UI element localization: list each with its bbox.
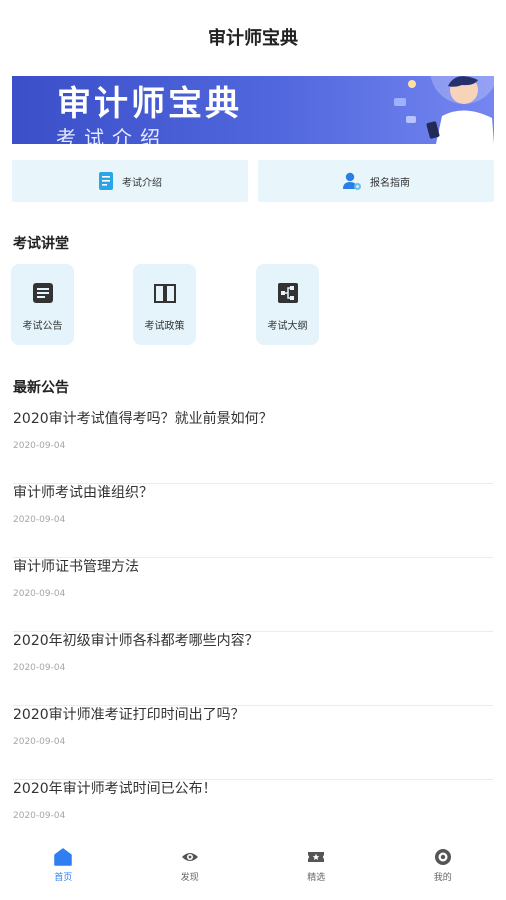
outline-icon — [277, 283, 298, 303]
exam-policy-tile[interactable]: 考试政策 — [133, 264, 196, 345]
tab-home-label: 首页 — [54, 873, 73, 883]
book-icon — [153, 284, 176, 303]
top-bar: 审计师宝典 — [0, 0, 506, 76]
news-item[interactable]: 审计师证书管理方法 2020-09-04 — [13, 558, 493, 632]
home-icon — [54, 848, 72, 866]
ticket-star-icon — [308, 852, 325, 862]
news-date: 2020-09-04 — [13, 515, 66, 525]
tab-mine-label: 我的 — [433, 873, 452, 883]
news-date: 2020-09-04 — [13, 737, 66, 747]
news-item[interactable]: 2020审计考试值得考吗？就业前景如何？ 2020-09-04 — [13, 410, 493, 484]
registration-guide-button[interactable]: 报名指南 — [258, 160, 494, 202]
page-title: 审计师宝典 — [208, 28, 298, 49]
lecture-section-title: 考试讲堂 — [13, 236, 69, 252]
news-title: 2020年审计师考试时间已公布！ — [13, 781, 217, 797]
tab-discover[interactable]: 发现 — [127, 844, 254, 900]
tab-featured-label: 精选 — [307, 873, 326, 883]
tab-discover-label: 发现 — [180, 873, 199, 883]
news-item[interactable]: 2020审计师准考证打印时间出了吗？ 2020-09-04 — [13, 706, 493, 780]
news-title: 审计师考试由谁组织？ — [13, 485, 153, 501]
profile-icon — [434, 849, 451, 865]
news-date: 2020-09-04 — [13, 589, 66, 599]
banner-illustration — [394, 76, 494, 144]
exam-policy-label: 考试政策 — [144, 321, 185, 332]
news-list: 2020审计考试值得考吗？就业前景如何？ 2020-09-04 审计师考试由谁组… — [13, 410, 493, 854]
tab-mine[interactable]: 我的 — [380, 844, 506, 900]
exam-announcement-label: 考试公告 — [22, 321, 63, 332]
user-settings-icon — [343, 172, 361, 190]
list-icon — [32, 283, 53, 303]
tab-featured[interactable]: 精选 — [253, 844, 380, 900]
news-item[interactable]: 2020年初级审计师各科都考哪些内容？ 2020-09-04 — [13, 632, 493, 706]
banner-title: 审计师宝典 — [57, 84, 242, 124]
news-title: 2020审计师准考证打印时间出了吗？ — [13, 707, 245, 723]
banner-subtitle: 考试介绍 — [56, 126, 168, 144]
exam-announcement-tile[interactable]: 考试公告 — [11, 264, 74, 345]
news-date: 2020-09-04 — [13, 663, 66, 673]
news-item[interactable]: 2020年审计师考试时间已公布！ 2020-09-04 — [13, 780, 493, 854]
exam-outline-label: 考试大纲 — [267, 321, 308, 332]
tab-home[interactable]: 首页 — [0, 844, 127, 900]
news-title: 2020审计考试值得考吗？就业前景如何？ — [13, 411, 273, 427]
news-title: 审计师证书管理方法 — [13, 559, 139, 575]
exam-intro-label: 考试介绍 — [122, 177, 162, 189]
news-title: 2020年初级审计师各科都考哪些内容？ — [13, 633, 259, 649]
registration-guide-label: 报名指南 — [370, 177, 410, 189]
document-icon — [99, 172, 113, 190]
banner[interactable]: 审计师宝典 考试介绍 — [12, 76, 494, 144]
news-date: 2020-09-04 — [13, 441, 66, 451]
eye-icon — [181, 853, 198, 861]
bottom-tab-bar: 首页 发现 精选 我的 — [0, 844, 506, 900]
exam-outline-tile[interactable]: 考试大纲 — [256, 264, 319, 345]
news-date: 2020-09-04 — [13, 811, 66, 821]
exam-intro-button[interactable]: 考试介绍 — [12, 160, 248, 202]
news-section-title: 最新公告 — [13, 380, 69, 396]
news-item[interactable]: 审计师考试由谁组织？ 2020-09-04 — [13, 484, 493, 558]
